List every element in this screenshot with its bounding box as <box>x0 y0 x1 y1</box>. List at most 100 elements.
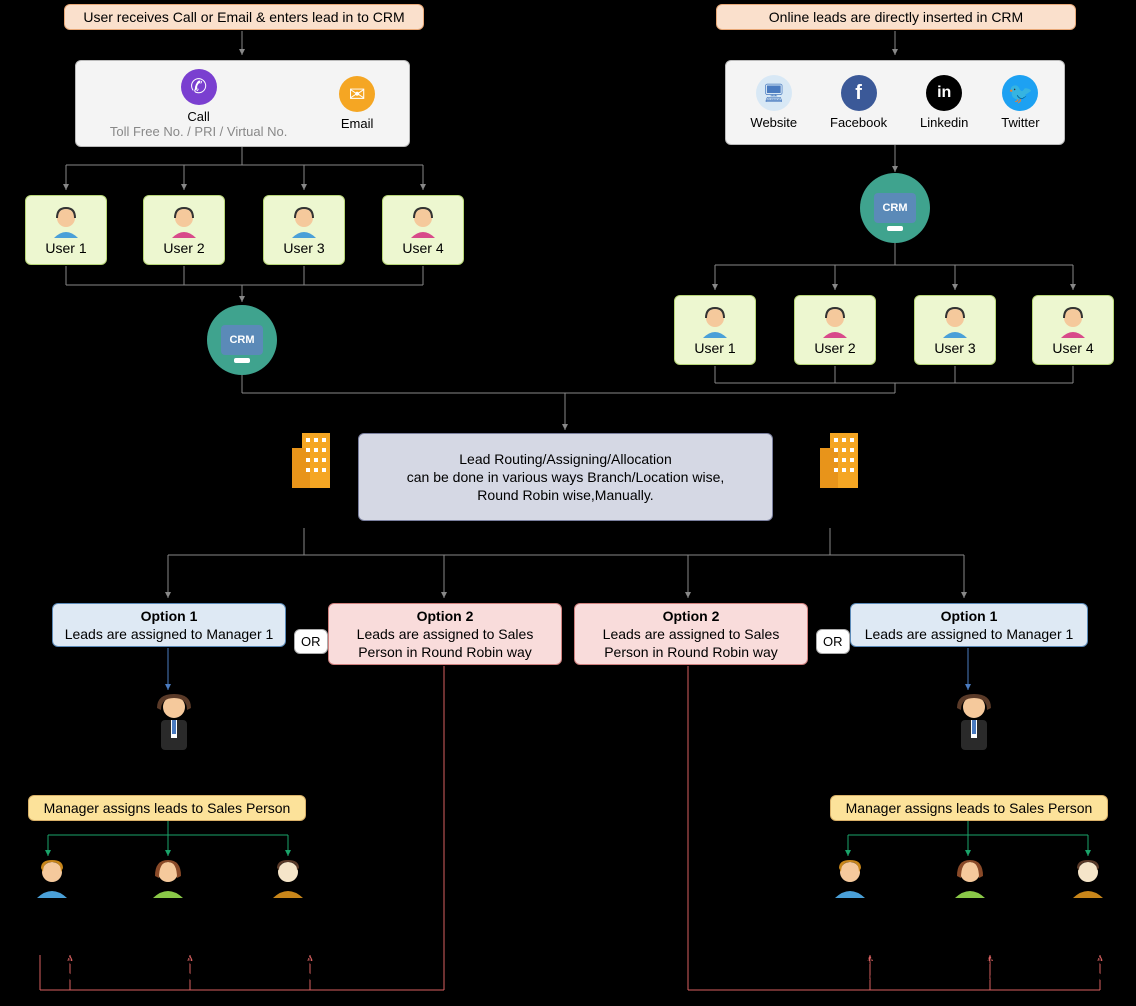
building-icon <box>292 428 337 488</box>
leads-3-a: Lead 5Lead 6 <box>290 952 330 983</box>
sp1-label-a: Sales Person 1 <box>8 900 96 915</box>
person-icon <box>829 858 871 900</box>
twitter-icon: 🐦 <box>1002 75 1038 111</box>
sp1-b: Sales Person 1 <box>800 858 900 915</box>
sp3-a: Sales Person 3 <box>238 858 338 915</box>
call-label: Call <box>187 109 209 124</box>
option2-b: Option 2 Leads are assigned to Sales Per… <box>574 603 808 665</box>
agent-icon <box>937 304 973 340</box>
or-b: OR <box>816 629 850 654</box>
online-sources-box: 🖥 Website f Facebook in Linkedin 🐦 Twitt… <box>725 60 1065 145</box>
twitter-item: 🐦 Twitter <box>1001 75 1039 130</box>
sp2-label-a: Sales Person 2 <box>124 900 212 915</box>
branch-b: BRANCH B <box>808 428 877 507</box>
facebook-label: Facebook <box>830 115 887 130</box>
sp2-b: Sales Person 2 <box>920 858 1020 915</box>
option2-title-b: Option 2 <box>663 607 720 625</box>
agent-icon <box>286 204 322 240</box>
facebook-icon: f <box>841 75 877 111</box>
header-right: Online leads are directly inserted in CR… <box>716 4 1076 30</box>
user2-box-right: User 2 <box>794 295 876 365</box>
option2-text2-a: Person in Round Robin way <box>358 643 532 661</box>
user2-label-r: User 2 <box>814 340 855 356</box>
leads-2-a: Lead 3Lead 4 <box>170 952 210 983</box>
building-icon <box>820 428 865 488</box>
agent-icon <box>817 304 853 340</box>
user3-label-r: User 3 <box>934 340 975 356</box>
user2-label: User 2 <box>163 240 204 256</box>
crm-label-left: CRM <box>221 325 263 355</box>
agent-icon <box>48 204 84 240</box>
sp1-a: Sales Person 1 <box>2 858 102 915</box>
website-item: 🖥 Website <box>750 75 797 130</box>
user3-label: User 3 <box>283 240 324 256</box>
option1-text-a: Leads are assigned to Manager 1 <box>65 625 274 643</box>
person-icon <box>1067 858 1109 900</box>
branch-a: BRANCH A <box>280 428 349 507</box>
crm-label-right: CRM <box>874 193 916 223</box>
manager-label-b: Manager 1 <box>943 752 1005 767</box>
option2-text1-a: Leads are assigned to Sales <box>357 625 534 643</box>
option1-title-a: Option 1 <box>141 607 198 625</box>
agent-icon <box>166 204 202 240</box>
manager-assigns-b: Manager assigns leads to Sales Person <box>830 795 1108 821</box>
person-icon <box>31 858 73 900</box>
crm-left: CRM <box>207 305 277 375</box>
option2-text2-b: Person in Round Robin way <box>604 643 778 661</box>
routing-line1: Lead Routing/Assigning/Allocation <box>459 450 671 468</box>
manager-icon <box>949 692 999 752</box>
manager-b: Manager 1 <box>943 692 1005 767</box>
phone-icon: ✆ <box>181 69 217 105</box>
person-icon <box>147 858 189 900</box>
manager-a: Manager 1 <box>143 692 205 767</box>
leads-1-a: Lead 1Lead 2 <box>50 952 90 983</box>
call-sublabel: Toll Free No. / PRI / Virtual No. <box>110 124 288 139</box>
or-a: OR <box>294 629 328 654</box>
leads-3-b: Lead 5Lead 6 <box>1080 952 1120 983</box>
user1-box-right: User 1 <box>674 295 756 365</box>
header-left: User receives Call or Email & enters lea… <box>64 4 424 30</box>
manager-icon <box>149 692 199 752</box>
person-icon <box>267 858 309 900</box>
user4-box-right: User 4 <box>1032 295 1114 365</box>
option2-a: Option 2 Leads are assigned to Sales Per… <box>328 603 562 665</box>
sp3-label-a: Sales Person 3 <box>244 900 332 915</box>
manager-label-a: Manager 1 <box>143 752 205 767</box>
user2-box-left: User 2 <box>143 195 225 265</box>
user3-box-right: User 3 <box>914 295 996 365</box>
routing-line3: Round Robin wise,Manually. <box>477 486 653 504</box>
branch-b-label: BRANCH B <box>808 492 877 507</box>
agent-icon <box>405 204 441 240</box>
facebook-item: f Facebook <box>830 75 887 130</box>
branch-a-label: BRANCH A <box>280 492 349 507</box>
user4-label-r: User 4 <box>1052 340 1093 356</box>
user4-box-left: User 4 <box>382 195 464 265</box>
option2-title-a: Option 2 <box>417 607 474 625</box>
email-icon: ✉ <box>339 76 375 112</box>
user3-box-left: User 3 <box>263 195 345 265</box>
routing-line2: can be done in various ways Branch/Locat… <box>407 468 725 486</box>
user4-label: User 4 <box>402 240 443 256</box>
sp2-a: Sales Person 2 <box>118 858 218 915</box>
option1-text-b: Leads are assigned to Manager 1 <box>865 625 1074 643</box>
linkedin-icon: in <box>926 75 962 111</box>
email-label: Email <box>341 116 374 131</box>
linkedin-label: Linkedin <box>920 115 968 130</box>
email-item: ✉ Email <box>339 76 375 131</box>
agent-icon <box>1055 304 1091 340</box>
user1-label-r: User 1 <box>694 340 735 356</box>
routing-box: Lead Routing/Assigning/Allocation can be… <box>358 433 773 521</box>
crm-right: CRM <box>860 173 930 243</box>
leads-1-b: Lead 1Lead 2 <box>848 952 888 983</box>
manager-assigns-a: Manager assigns leads to Sales Person <box>28 795 306 821</box>
option1-b: Option 1 Leads are assigned to Manager 1 <box>850 603 1088 647</box>
agent-icon <box>697 304 733 340</box>
sp1-label-b: Sales Person 1 <box>806 900 894 915</box>
call-email-box: ✆ Call Toll Free No. / PRI / Virtual No.… <box>75 60 410 147</box>
twitter-label: Twitter <box>1001 115 1039 130</box>
sp3-b: Sales Person 3 <box>1040 858 1136 915</box>
website-icon: 🖥 <box>756 75 792 111</box>
call-item: ✆ Call Toll Free No. / PRI / Virtual No. <box>110 69 288 139</box>
option1-title-b: Option 1 <box>941 607 998 625</box>
leads-2-b: Lead 3Lead 4 <box>968 952 1008 983</box>
